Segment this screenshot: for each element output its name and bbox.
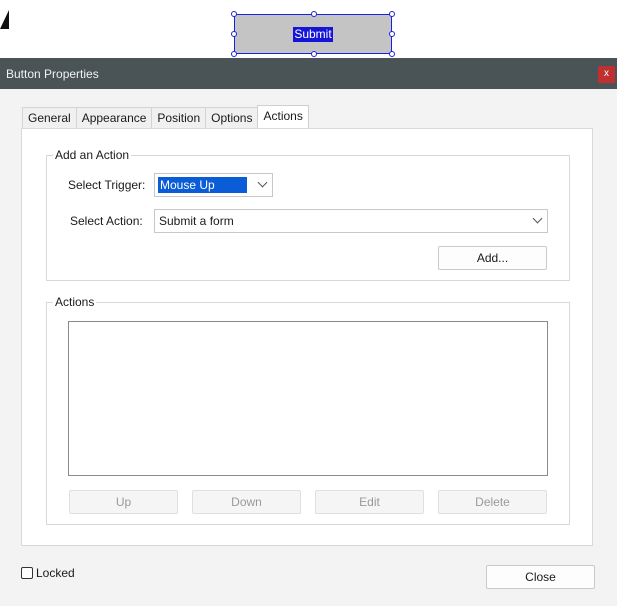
tab-appearance[interactable]: Appearance bbox=[75, 107, 153, 128]
move-down-button[interactable]: Down bbox=[192, 490, 301, 514]
close-icon[interactable]: x bbox=[598, 66, 615, 83]
resize-handle-bottom-left[interactable] bbox=[231, 51, 237, 57]
dialog-titlebar[interactable]: Button Properties bbox=[0, 58, 617, 89]
dialog-title: Button Properties bbox=[6, 67, 99, 81]
tab-options[interactable]: Options bbox=[205, 107, 259, 128]
action-select-value: Submit a form bbox=[159, 214, 234, 228]
resize-handle-right[interactable] bbox=[389, 31, 395, 37]
resize-handle-top-right[interactable] bbox=[389, 11, 395, 17]
trigger-select-value: Mouse Up bbox=[158, 177, 247, 193]
select-action-label: Select Action: bbox=[70, 214, 143, 228]
action-select[interactable]: Submit a form bbox=[154, 209, 548, 233]
tab-bar: General Appearance Position Options Acti… bbox=[22, 105, 309, 129]
add-action-button[interactable]: Add... bbox=[438, 246, 547, 270]
actions-legend: Actions bbox=[53, 295, 97, 309]
form-field-label: Submit bbox=[293, 26, 333, 42]
locked-label: Locked bbox=[36, 566, 75, 580]
delete-action-button[interactable]: Delete bbox=[438, 490, 547, 514]
document-canvas: Submit bbox=[0, 0, 617, 58]
resize-handle-top-left[interactable] bbox=[231, 11, 237, 17]
page-corner-marker bbox=[0, 10, 9, 29]
edit-action-button[interactable]: Edit bbox=[315, 490, 424, 514]
add-action-legend: Add an Action bbox=[53, 148, 132, 162]
move-up-button[interactable]: Up bbox=[69, 490, 178, 514]
tab-actions[interactable]: Actions bbox=[257, 105, 309, 128]
close-button[interactable]: Close bbox=[486, 565, 595, 589]
actions-list[interactable] bbox=[68, 321, 548, 476]
trigger-select[interactable]: Mouse Up bbox=[154, 173, 273, 197]
chevron-down-icon bbox=[257, 177, 268, 188]
select-trigger-label: Select Trigger: bbox=[68, 178, 146, 192]
tab-position[interactable]: Position bbox=[151, 107, 207, 128]
submit-form-field[interactable]: Submit bbox=[234, 14, 392, 54]
resize-handle-bottom-right[interactable] bbox=[389, 51, 395, 57]
tab-general[interactable]: General bbox=[22, 107, 77, 128]
chevron-down-icon bbox=[532, 213, 543, 224]
resize-handle-left[interactable] bbox=[231, 31, 237, 37]
resize-handle-bottom[interactable] bbox=[311, 51, 317, 57]
locked-checkbox[interactable] bbox=[21, 567, 33, 579]
resize-handle-top[interactable] bbox=[311, 11, 317, 17]
